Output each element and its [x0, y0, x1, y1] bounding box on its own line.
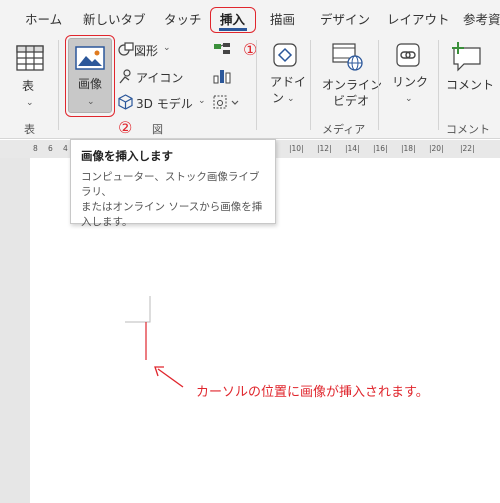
tooltip-title: 画像を挿入します [81, 149, 173, 163]
page-margin-corner-mark [125, 296, 151, 323]
image-tooltip: 画像を挿入します コンピューター、ストック画像ライブラリ、 またはオンライン ソ… [70, 139, 276, 228]
cursor-annotation-text: カーソルの位置に画像が挿入されます。 [196, 385, 429, 400]
tooltip-desc-line: 入します。 [81, 216, 133, 228]
tooltip-description: コンピューター、ストック画像ライブラリ、 またはオンライン ソースから画像を挿 … [81, 170, 265, 230]
tooltip-desc-line: コンピューター、ストック画像ライブラリ、 [81, 171, 260, 198]
cursor-annotation-graphics [125, 296, 184, 388]
arrow-head-icon [154, 366, 164, 377]
annotation-arrow [157, 368, 184, 388]
tooltip-desc-line: またはオンライン ソースから画像を挿 [81, 201, 263, 213]
